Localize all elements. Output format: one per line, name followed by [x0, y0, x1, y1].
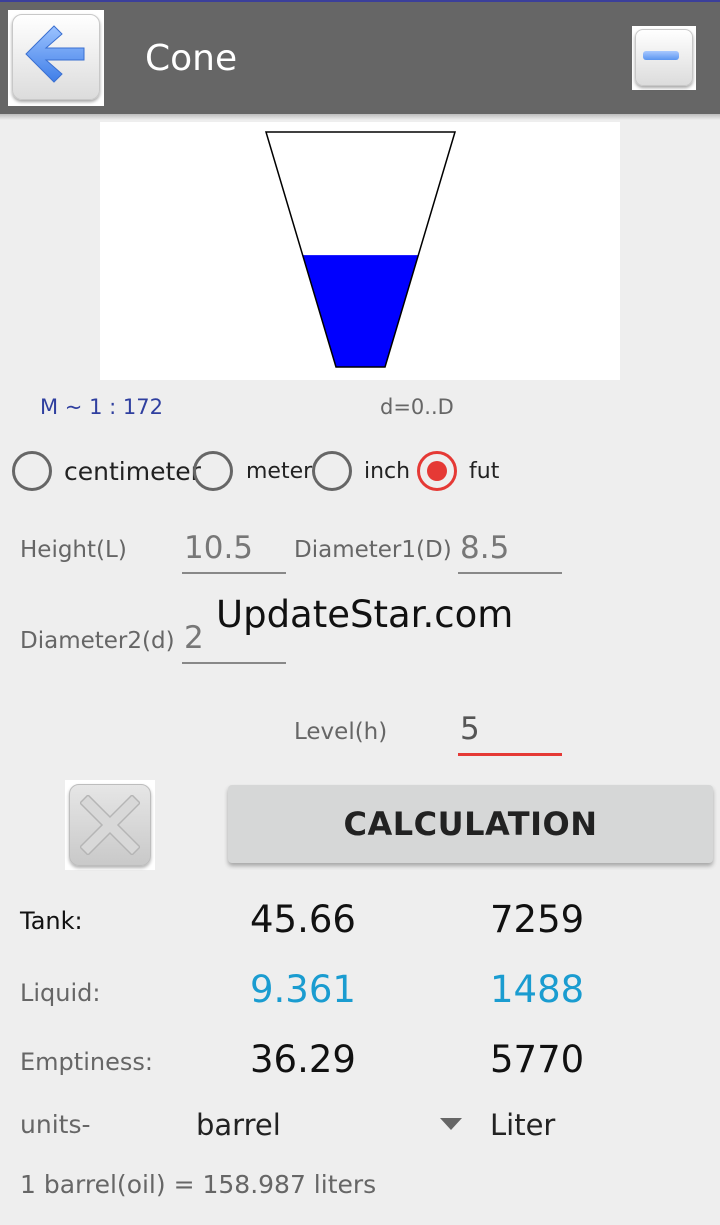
emptiness-liter-value: 5770 [490, 1038, 585, 1081]
radio-label-centimeter: centimeter [64, 457, 201, 486]
close-icon [80, 795, 140, 855]
radio-circle-checked [417, 451, 457, 491]
units-selected-value: barrel [196, 1108, 281, 1142]
radio-fut[interactable]: fut [417, 448, 507, 494]
cone-shape [264, 131, 457, 368]
app-bar [0, 2, 720, 114]
level-label: Level(h) [294, 719, 388, 745]
back-button[interactable] [8, 10, 104, 106]
diameter1-input[interactable]: 8.5 [458, 528, 562, 574]
radio-centimeter[interactable]: centimeter [12, 448, 201, 494]
cone-diagram [100, 122, 620, 380]
range-text: d=0..D [380, 395, 454, 419]
tank-barrel-value: 45.66 [250, 898, 356, 941]
radio-circle [312, 451, 352, 491]
radio-label-inch: inch [364, 459, 411, 484]
radio-meter[interactable]: meter [193, 448, 312, 494]
scale-text: M ~ 1 : 172 [40, 395, 163, 419]
page-title: Cone [145, 38, 238, 79]
liquid-label: Liquid: [20, 979, 101, 1007]
tank-label: Tank: [20, 907, 83, 935]
units-label: units- [20, 1110, 91, 1139]
second-unit-label: Liter [490, 1108, 556, 1142]
radio-inch[interactable]: inch [312, 448, 412, 494]
unit-radio-group: centimeter meter inch fut [0, 448, 720, 494]
liquid-liter-value: 1488 [490, 968, 585, 1011]
clear-button[interactable] [65, 780, 155, 870]
arrow-left-icon [25, 25, 85, 83]
diameter1-label: Diameter1(D) [294, 537, 452, 563]
emptiness-barrel-value: 36.29 [250, 1038, 356, 1081]
emptiness-label: Emptiness: [20, 1048, 153, 1076]
app-bar-shadow [0, 114, 720, 120]
minimize-button[interactable] [632, 26, 696, 90]
level-input[interactable]: 5 [458, 710, 562, 756]
radio-circle [12, 451, 52, 491]
units-dropdown[interactable]: barrel [196, 1100, 466, 1150]
height-label: Height(L) [20, 537, 127, 563]
radio-circle [193, 451, 233, 491]
liquid-barrel-value: 9.361 [250, 968, 356, 1011]
height-input[interactable]: 10.5 [182, 528, 286, 574]
dropdown-arrow-icon [440, 1118, 462, 1130]
radio-label-fut: fut [469, 459, 500, 484]
minus-icon [643, 51, 679, 60]
diameter2-label: Diameter2(d) [20, 628, 175, 654]
conversion-note: 1 barrel(oil) = 158.987 liters [20, 1170, 377, 1199]
watermark-text: UpdateStar.com [216, 593, 514, 636]
radio-label-meter: meter [246, 459, 313, 484]
calculation-button[interactable]: CALCULATION [228, 785, 713, 863]
tank-liter-value: 7259 [490, 898, 585, 941]
